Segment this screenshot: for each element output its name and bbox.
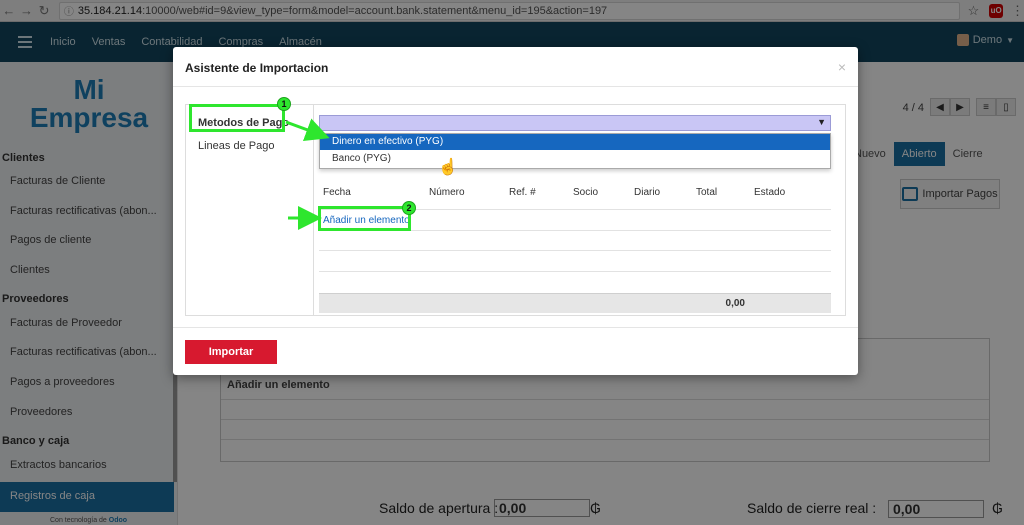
- arrow-icon: [285, 118, 330, 142]
- callout-arrows: [285, 118, 330, 230]
